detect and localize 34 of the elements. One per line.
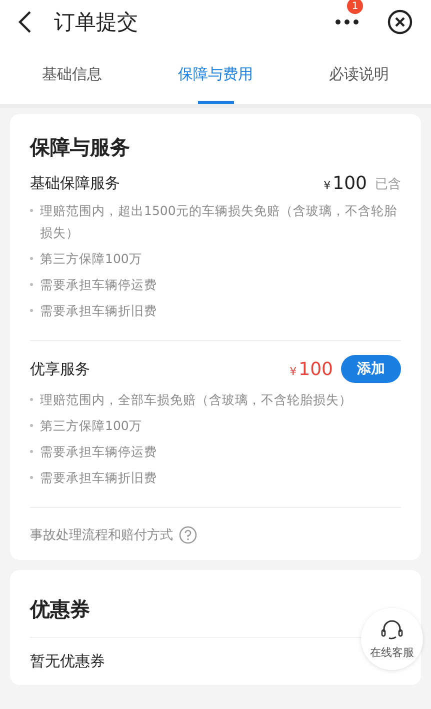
service-name: 基础保障服务: [30, 174, 121, 193]
help-icon[interactable]: [179, 526, 197, 544]
claims-process-link[interactable]: 事故处理流程和赔付方式: [30, 526, 173, 544]
included-label: 已含: [375, 176, 401, 192]
bullet-icon: [30, 476, 33, 479]
service-detail: 需要承担车辆折旧费: [40, 302, 157, 320]
service-name: 优享服务: [30, 360, 91, 378]
price: ¥100: [290, 358, 333, 380]
tab[interactable]: 基础信息: [0, 44, 144, 104]
service-detail: 需要承担车辆停运费: [40, 443, 157, 461]
bullet-icon: [30, 257, 33, 260]
price: ¥100: [324, 173, 367, 194]
bullet-icon: [30, 209, 33, 212]
service-detail: 第三方保障100万: [40, 250, 142, 268]
close-icon[interactable]: [387, 9, 413, 35]
bullet-icon: [30, 450, 33, 453]
service-detail: 需要承担车辆停运费: [40, 276, 157, 294]
bullet-icon: [30, 424, 33, 427]
page-title: 订单提交: [54, 9, 139, 36]
bullet-icon: [30, 283, 33, 286]
service-detail: 需要承担车辆折旧费: [40, 469, 157, 487]
service-detail: 理赔范围内，全部车损免赔（含玻璃，不含轮胎损失）: [40, 391, 352, 409]
notification-badge: 1: [347, 0, 363, 14]
bullet-icon: [30, 398, 33, 401]
tab[interactable]: 必读说明: [287, 44, 431, 104]
back-icon[interactable]: [18, 10, 32, 34]
section-title: 保障与服务: [30, 134, 131, 161]
empty-coupons-text: 暂无优惠券: [30, 652, 105, 671]
more-icon[interactable]: [335, 19, 359, 25]
service-detail: 第三方保障100万: [40, 417, 142, 435]
add-button[interactable]: 添加: [341, 355, 401, 383]
service-detail: 理赔范围内，超出1500元的车辆损失免赔（含玻璃，不含轮胎损失）: [40, 202, 398, 242]
tab[interactable]: 保障与费用: [144, 44, 288, 104]
bullet-icon: [30, 309, 33, 312]
